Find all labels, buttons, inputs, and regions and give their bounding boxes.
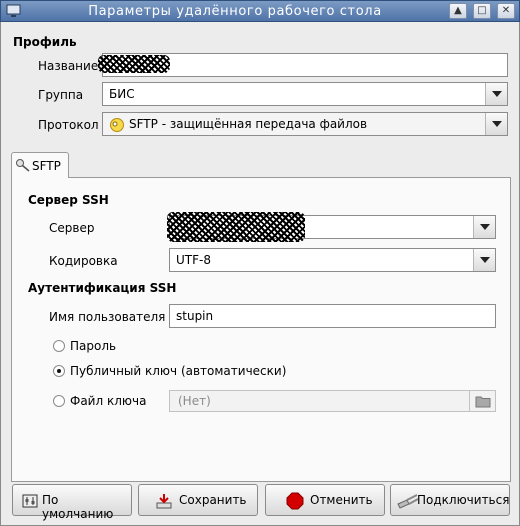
profile-section-title: Профиль xyxy=(13,35,77,49)
folder-button[interactable] xyxy=(469,391,495,411)
connect-plug-icon xyxy=(397,494,419,509)
window-title: Параметры удалённого рабочего стола xyxy=(88,4,382,19)
public-key-radio[interactable] xyxy=(53,365,65,377)
key-file-value: (Нет) xyxy=(178,394,211,408)
ssh-auth-section-title: Аутентификация SSH xyxy=(28,281,177,295)
cancel-button[interactable]: Отменить xyxy=(265,484,385,516)
maximize-button[interactable]: □ xyxy=(473,3,491,19)
default-button[interactable]: По умолчанию xyxy=(12,484,132,521)
password-radio-label[interactable]: Пароль xyxy=(70,339,116,353)
encoding-combo[interactable]: UTF-8 xyxy=(169,248,496,272)
name-label: Название xyxy=(38,59,99,73)
protocol-label: Протокол xyxy=(38,118,99,132)
chevron-down-icon[interactable] xyxy=(485,83,507,105)
protocol-value: SFTP - защищённая передача файлов xyxy=(129,117,368,131)
save-icon xyxy=(156,494,172,509)
arrow-up-icon: ▲ xyxy=(454,5,462,16)
ssh-server-section-title: Сервер SSH xyxy=(28,193,109,207)
chevron-down-icon[interactable] xyxy=(485,113,507,135)
up-button[interactable]: ▲ xyxy=(449,3,467,19)
tab-sftp[interactable]: SFTP xyxy=(11,152,69,178)
connect-button[interactable]: Подключиться xyxy=(390,484,510,516)
save-button[interactable]: Сохранить xyxy=(138,484,258,516)
folder-icon xyxy=(475,396,491,408)
group-label: Группа xyxy=(38,88,84,102)
password-radio[interactable] xyxy=(53,340,65,352)
tab-sftp-label: SFTP xyxy=(32,159,61,173)
save-button-label: Сохранить xyxy=(179,493,247,507)
close-button[interactable]: ✕ xyxy=(497,3,515,19)
key-file-chooser[interactable]: (Нет) xyxy=(169,390,496,412)
redacted-name-scribble xyxy=(98,55,170,73)
maximize-icon: □ xyxy=(477,5,487,16)
username-field[interactable]: stupin xyxy=(169,304,496,328)
close-icon: ✕ xyxy=(501,5,511,16)
stop-icon xyxy=(286,492,304,510)
public-key-radio-label[interactable]: Публичный ключ (автоматически) xyxy=(70,364,286,378)
key-file-radio[interactable] xyxy=(53,395,65,407)
remote-desktop-icon xyxy=(6,4,21,17)
cancel-button-label: Отменить xyxy=(310,493,373,507)
encoding-value: UTF-8 xyxy=(176,253,211,267)
connect-button-label: Подключиться xyxy=(417,493,510,507)
encoding-label: Кодировка xyxy=(49,254,118,268)
key-file-radio-label[interactable]: Файл ключа xyxy=(70,394,146,408)
group-combo[interactable]: БИС xyxy=(102,82,508,106)
protocol-combo[interactable]: SFTP - защищённая передача файлов xyxy=(102,112,508,136)
key-icon xyxy=(16,159,30,172)
sftp-protocol-icon xyxy=(110,118,124,132)
redacted-server-scribble xyxy=(167,212,305,242)
username-label: Имя пользователя xyxy=(49,310,166,324)
preferences-icon xyxy=(22,494,38,508)
dialog-body: Профиль Название Группа БИС Протокол SFT… xyxy=(0,22,520,526)
chevron-down-icon[interactable] xyxy=(473,249,495,271)
server-label: Сервер xyxy=(49,221,95,235)
group-value: БИС xyxy=(109,87,135,101)
title-bar: Параметры удалённого рабочего стола ▲ □ … xyxy=(0,0,520,22)
default-button-label: По умолчанию xyxy=(42,493,114,521)
chevron-down-icon[interactable] xyxy=(473,216,495,238)
